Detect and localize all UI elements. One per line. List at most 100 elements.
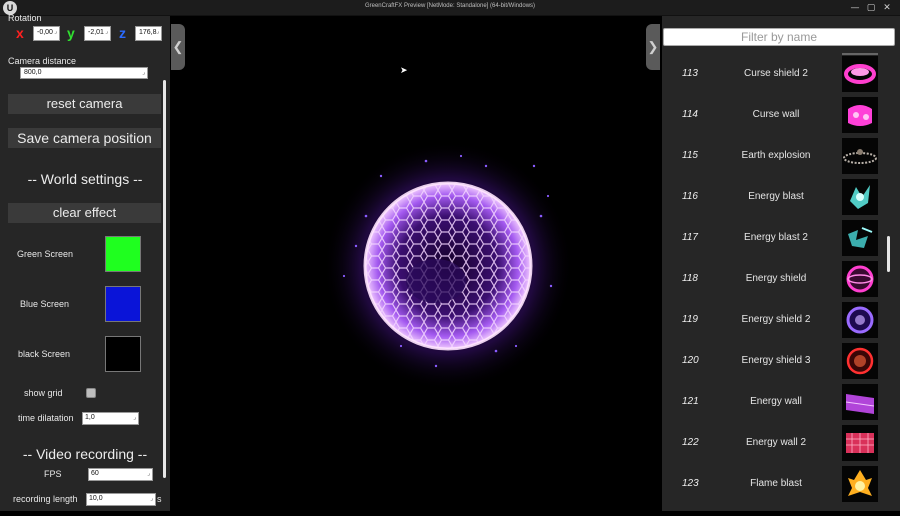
- rotation-x-field[interactable]: -0,00 ⌟: [33, 26, 60, 41]
- rotation-x-value: -0,00: [37, 29, 53, 36]
- list-item[interactable]: 123 Flame blast: [662, 463, 892, 504]
- effect-number: 117: [682, 232, 698, 243]
- maximize-button[interactable]: ▢: [864, 2, 878, 14]
- effect-thumbnail: [842, 56, 878, 92]
- window-title: GreenCraftFX Preview [NetMode: Standalon…: [364, 3, 536, 9]
- close-button[interactable]: ✕: [880, 2, 894, 14]
- rotation-z-field[interactable]: 176,8 ⌟: [135, 26, 162, 41]
- effect-thumbnail: [842, 261, 878, 297]
- effect-name: Energy wall: [750, 396, 802, 407]
- collapse-left-panel-button[interactable]: ❮: [171, 24, 185, 70]
- effect-number: 122: [682, 437, 699, 448]
- effect-thumbnail: [842, 343, 878, 379]
- effect-thumbnail: [842, 425, 878, 461]
- list-item[interactable]: 120 Energy shield 3: [662, 340, 892, 381]
- show-grid-checkbox[interactable]: [86, 388, 96, 398]
- time-dilatation-field[interactable]: 1,0 ⌟: [82, 412, 139, 425]
- rotation-y-field[interactable]: -2,01 ⌟: [84, 26, 111, 41]
- recording-length-value: 10,0: [89, 495, 103, 502]
- show-grid-label: show grid: [24, 388, 63, 398]
- effect-name: Energy blast 2: [744, 232, 808, 243]
- effect-thumbnail: [842, 97, 878, 133]
- effect-number: 123: [682, 478, 699, 489]
- minimize-button[interactable]: —: [848, 2, 862, 14]
- camera-distance-value: 800,0: [24, 69, 42, 76]
- fps-value: 60: [91, 470, 99, 477]
- recording-length-field[interactable]: 10,0 ⌟: [86, 493, 156, 506]
- camera-distance-label: Camera distance: [8, 56, 77, 66]
- fps-label: FPS: [44, 469, 62, 479]
- resize-handle-icon: ⌟: [54, 29, 57, 35]
- clear-effect-button[interactable]: clear effect: [8, 203, 161, 223]
- recording-length-label: recording length: [13, 494, 78, 504]
- effect-name: Curse shield 2: [744, 68, 808, 79]
- effect-number: 121: [682, 396, 699, 407]
- chevron-right-icon: ❯: [647, 39, 659, 54]
- rotation-y-value: -2,01: [88, 29, 104, 36]
- sphere-core: [406, 259, 466, 303]
- effect-number: 120: [682, 355, 699, 366]
- list-item[interactable]: 115 Earth explosion: [662, 135, 892, 176]
- effect-viewport[interactable]: ➤: [186, 16, 646, 511]
- title-bar: U GreenCraftFX Preview [NetMode: Standal…: [0, 0, 900, 16]
- effect-preview: [323, 141, 573, 391]
- effect-name: Energy shield 3: [741, 355, 811, 366]
- effect-number: 114: [682, 109, 698, 120]
- time-dilatation-label: time dilatation: [18, 413, 74, 423]
- collapse-right-panel-button[interactable]: ❯: [646, 24, 660, 70]
- reset-camera-button[interactable]: reset camera: [8, 94, 161, 114]
- filter-input[interactable]: Filter by name: [663, 28, 895, 46]
- effect-name: Curse wall: [752, 109, 800, 120]
- blue-screen-label: Blue Screen: [20, 299, 70, 309]
- fps-field[interactable]: 60 ⌟: [88, 468, 153, 481]
- list-item[interactable]: 119 Energy shield 2: [662, 299, 892, 340]
- time-dilatation-value: 1,0: [85, 414, 95, 421]
- recording-length-unit: s: [157, 494, 162, 504]
- effects-scrollbar[interactable]: [887, 236, 890, 272]
- camera-distance-field[interactable]: 800,0 ⌟: [20, 67, 148, 79]
- black-screen-swatch[interactable]: [105, 336, 141, 372]
- list-item[interactable]: 116 Energy blast: [662, 176, 892, 217]
- green-screen-label: Green Screen: [17, 249, 74, 259]
- save-camera-position-button[interactable]: Save camera position: [8, 128, 161, 148]
- video-recording-heading: -- Video recording --: [22, 446, 148, 462]
- settings-panel: Rotation x -0,00 ⌟ y -2,01 ⌟ z 176,8 ⌟ Came…: [0, 13, 170, 511]
- effect-number: 116: [682, 191, 698, 202]
- effect-thumbnail: [842, 384, 878, 420]
- effects-panel: Filter by name 113 Curse shield 2 114 Cu…: [662, 16, 900, 511]
- effect-name: Flame blast: [750, 478, 802, 489]
- effect-number: 113: [682, 68, 698, 79]
- resize-handle-icon: ⌟: [105, 29, 108, 35]
- list-item[interactable]: 114 Curse wall: [662, 94, 892, 135]
- list-item[interactable]: 122 Energy wall 2: [662, 422, 892, 463]
- rotation-z-label: z: [119, 25, 126, 41]
- list-item[interactable]: 117 Energy blast 2: [662, 217, 892, 258]
- rotation-z-value: 176,8: [139, 29, 157, 36]
- rotation-label: Rotation: [8, 13, 42, 23]
- effect-number: 118: [682, 273, 698, 284]
- effect-thumbnail: [842, 179, 878, 215]
- effect-name: Energy shield 2: [741, 314, 811, 325]
- effect-thumbnail: [842, 220, 878, 256]
- list-item[interactable]: 118 Energy shield: [662, 258, 892, 299]
- effect-number: 119: [682, 314, 698, 325]
- black-screen-label: black Screen: [18, 349, 71, 359]
- effect-name: Earth explosion: [741, 150, 811, 161]
- thumbnail-edge: [842, 53, 878, 55]
- resize-handle-icon: ⌟: [150, 496, 153, 502]
- effect-name: Energy shield: [745, 273, 807, 284]
- list-item[interactable]: 121 Energy wall: [662, 381, 892, 422]
- blue-screen-swatch[interactable]: [105, 286, 141, 322]
- resize-handle-icon: ⌟: [133, 415, 136, 421]
- effects-list: 113 Curse shield 2 114 Curse wall 115 Ea…: [662, 53, 900, 511]
- chevron-left-icon: ❮: [172, 39, 184, 54]
- resize-handle-icon: ⌟: [142, 70, 145, 76]
- effect-thumbnail: [842, 466, 878, 502]
- settings-scrollbar[interactable]: [163, 80, 166, 478]
- effect-name: Energy wall 2: [745, 437, 807, 448]
- resize-handle-icon: ⌟: [147, 471, 150, 477]
- effect-thumbnail: [842, 302, 878, 338]
- rotation-x-label: x: [16, 25, 24, 41]
- list-item[interactable]: 113 Curse shield 2: [662, 53, 892, 94]
- green-screen-swatch[interactable]: [105, 236, 141, 272]
